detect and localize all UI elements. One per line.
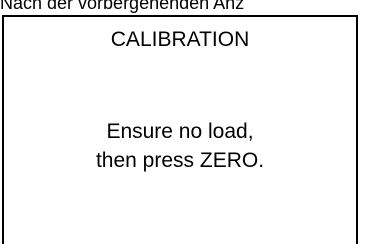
instruction-line-2: then press ZERO. bbox=[95, 149, 265, 172]
document-caption: Nach der vorbergehenden Anz bbox=[0, 0, 245, 13]
display-screen: CALIBRATION Ensure no load, then press Z… bbox=[2, 15, 358, 244]
screen-title: CALIBRATION bbox=[110, 28, 250, 51]
instruction-line-1: Ensure no load, bbox=[106, 120, 254, 143]
instruction-message: Ensure no load, then press ZERO. bbox=[4, 117, 356, 175]
